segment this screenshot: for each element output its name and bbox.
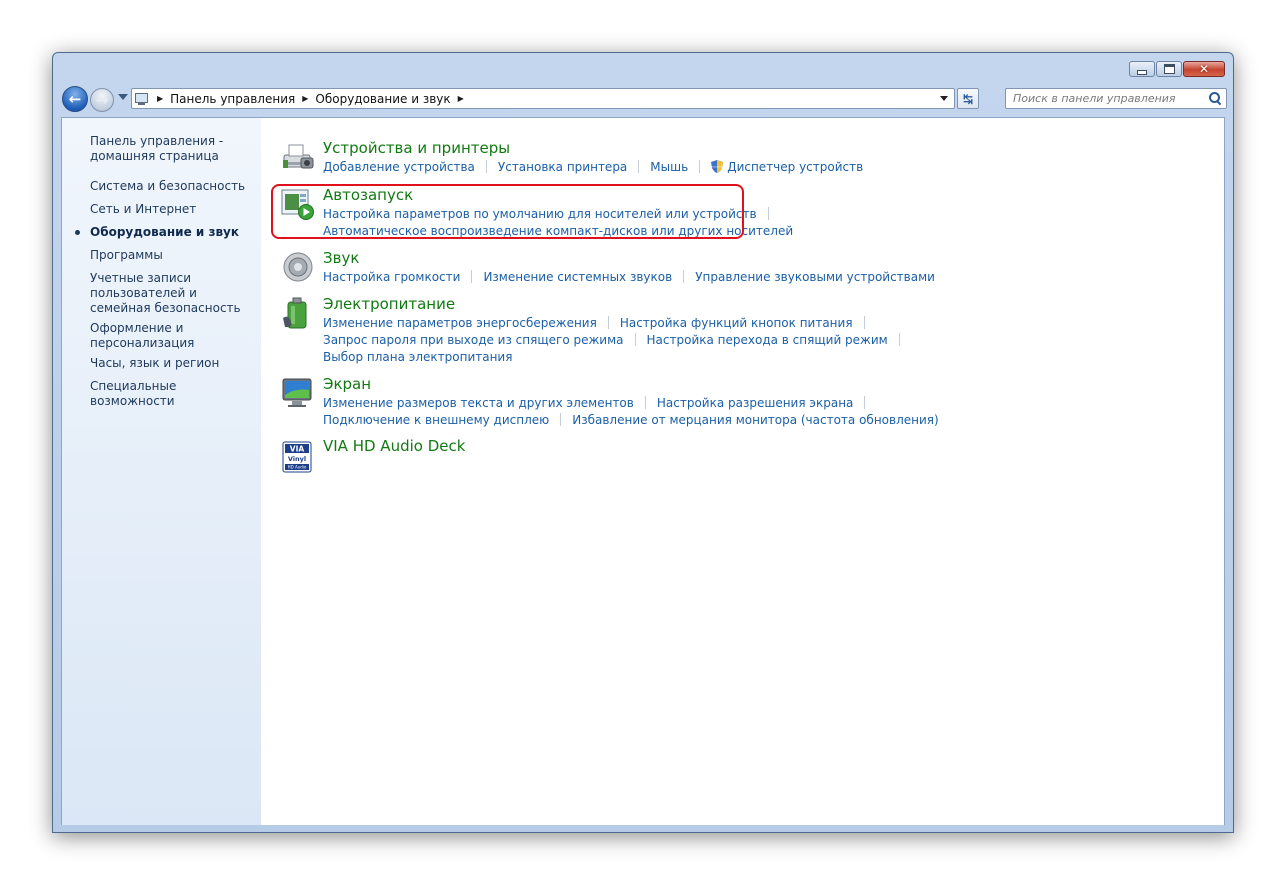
sidebar-item-network-internet[interactable]: Сеть и Интернет [90, 202, 255, 217]
refresh-icon: ↹ [962, 91, 974, 106]
link-add-printer[interactable]: Установка принтера [498, 160, 627, 174]
back-button[interactable]: ← [62, 86, 88, 112]
address-bar[interactable]: ▶ Панель управления ▶ Оборудование и зву… [131, 88, 955, 109]
link-refresh-rate[interactable]: Избавление от мерцания монитора (частота… [572, 413, 938, 427]
link-divider [638, 160, 640, 173]
breadcrumb-control-panel[interactable]: Панель управления [170, 92, 295, 106]
breadcrumb-separator[interactable]: ▶ [458, 94, 464, 103]
link-manage-audio-devices[interactable]: Управление звуковыми устройствами [695, 270, 935, 284]
maximize-icon [1163, 64, 1175, 74]
caption-buttons: ✕ [1129, 61, 1225, 77]
search-input[interactable] [1006, 90, 1207, 107]
svg-text:Vinyl: Vinyl [288, 455, 306, 463]
link-adjust-volume[interactable]: Настройка громкости [323, 270, 460, 284]
link-add-device[interactable]: Добавление устройства [323, 160, 475, 174]
recent-pages-dropdown[interactable] [118, 94, 128, 100]
highlight-annotation [271, 184, 744, 239]
link-external-display[interactable]: Подключение к внешнему дисплею [323, 413, 549, 427]
sidebar-item-system-security[interactable]: Система и безопасность [90, 179, 255, 194]
address-history-dropdown[interactable] [940, 96, 948, 101]
category-links-sound: Настройка громкости Изменение системных з… [323, 270, 935, 285]
battery-icon[interactable] [281, 296, 315, 330]
category-links-power-row1: Изменение параметров энергосбережения Нас… [323, 316, 876, 331]
sidebar: Панель управления - домашняя страница Си… [62, 118, 261, 825]
link-device-manager[interactable]: Диспетчер устройств [727, 160, 863, 174]
close-icon: ✕ [1198, 62, 1210, 76]
category-title-sound[interactable]: Звук [323, 250, 359, 267]
link-change-system-sounds[interactable]: Изменение системных звуков [483, 270, 672, 284]
sidebar-item-programs[interactable]: Программы [90, 248, 255, 263]
category-title-power[interactable]: Электропитание [323, 296, 455, 313]
sidebar-item-accessibility[interactable]: Специальные возможности [90, 379, 255, 409]
link-divider [485, 160, 487, 173]
link-divider [767, 207, 769, 220]
link-divider [471, 270, 473, 283]
svg-text:VIA: VIA [290, 445, 305, 454]
link-screen-resolution[interactable]: Настройка разрешения экрана [657, 396, 854, 410]
control-panel-icon [134, 92, 150, 106]
arrow-left-icon: ← [68, 89, 82, 108]
link-divider [634, 333, 636, 346]
main-panel: Устройства и принтеры Добавление устройс… [261, 118, 1224, 825]
link-mouse[interactable]: Мышь [650, 160, 688, 174]
breadcrumb-hardware-sound[interactable]: Оборудование и звук [315, 92, 450, 106]
minimize-button[interactable] [1129, 61, 1155, 77]
breadcrumb-separator[interactable]: ▶ [157, 94, 163, 103]
category-title-via-audio[interactable]: VIA HD Audio Deck [323, 438, 465, 455]
content-area: Панель управления - домашняя страница Си… [61, 117, 1225, 825]
category-title-devices-printers[interactable]: Устройства и принтеры [323, 140, 510, 157]
maximize-button[interactable] [1156, 61, 1182, 77]
speaker-icon[interactable] [281, 250, 315, 284]
category-links-power-row2: Запрос пароля при выходе из спящего режи… [323, 333, 911, 348]
control-panel-window: ✕ ← → ▶ Панель управления ▶ Оборудование… [52, 52, 1234, 833]
printer-icon[interactable] [281, 140, 315, 174]
forward-button[interactable]: → [90, 88, 114, 112]
link-divider [683, 270, 685, 283]
svg-text:HD Audio: HD Audio [288, 465, 307, 470]
sidebar-item-user-accounts[interactable]: Учетные записи пользователей и семейная … [90, 271, 255, 316]
minimize-icon [1137, 69, 1147, 75]
close-button[interactable]: ✕ [1183, 61, 1225, 77]
category-title-display[interactable]: Экран [323, 376, 371, 393]
uac-shield-icon [711, 160, 724, 173]
link-power-saving-settings[interactable]: Изменение параметров энергосбережения [323, 316, 597, 330]
link-require-password-wakeup[interactable]: Запрос пароля при выходе из спящего режи… [323, 333, 624, 347]
search-box[interactable] [1005, 88, 1227, 109]
refresh-button[interactable]: ↹ [957, 88, 979, 109]
breadcrumb-separator[interactable]: ▶ [302, 94, 308, 103]
link-divider [607, 316, 609, 329]
sidebar-item-clock-language[interactable]: Часы, язык и регион [90, 356, 255, 371]
current-section-bullet [75, 230, 80, 235]
via-vinyl-icon[interactable]: VIA Vinyl HD Audio [281, 440, 315, 474]
arrow-right-icon: → [95, 90, 109, 109]
monitor-icon[interactable] [281, 376, 315, 410]
category-links-display-row2: Подключение к внешнему дисплею Избавление… [323, 413, 939, 428]
link-power-buttons[interactable]: Настройка функций кнопок питания [620, 316, 853, 330]
link-divider [644, 396, 646, 409]
sidebar-item-hardware-sound[interactable]: Оборудование и звук [90, 225, 255, 240]
sidebar-item-control-panel-home[interactable]: Панель управления - домашняя страница [90, 134, 255, 164]
link-divider [898, 333, 900, 346]
link-divider [560, 413, 562, 426]
link-divider [864, 396, 866, 409]
link-choose-power-plan[interactable]: Выбор плана электропитания [323, 350, 512, 364]
link-divider [699, 160, 701, 173]
navigation-bar: ← → ▶ Панель управления ▶ Оборудование и… [61, 85, 1227, 113]
search-icon[interactable] [1207, 91, 1223, 107]
category-links-power-row3: Выбор плана электропитания [323, 350, 512, 365]
category-links-devices-printers: Добавление устройства Установка принтера М… [323, 160, 863, 175]
link-divider [863, 316, 865, 329]
link-sleep-settings[interactable]: Настройка перехода в спящий режим [647, 333, 888, 347]
category-links-display-row1: Изменение размеров текста и других элеме… [323, 396, 876, 411]
sidebar-item-appearance[interactable]: Оформление и персонализация [90, 321, 255, 351]
link-text-size[interactable]: Изменение размеров текста и других элеме… [323, 396, 634, 410]
